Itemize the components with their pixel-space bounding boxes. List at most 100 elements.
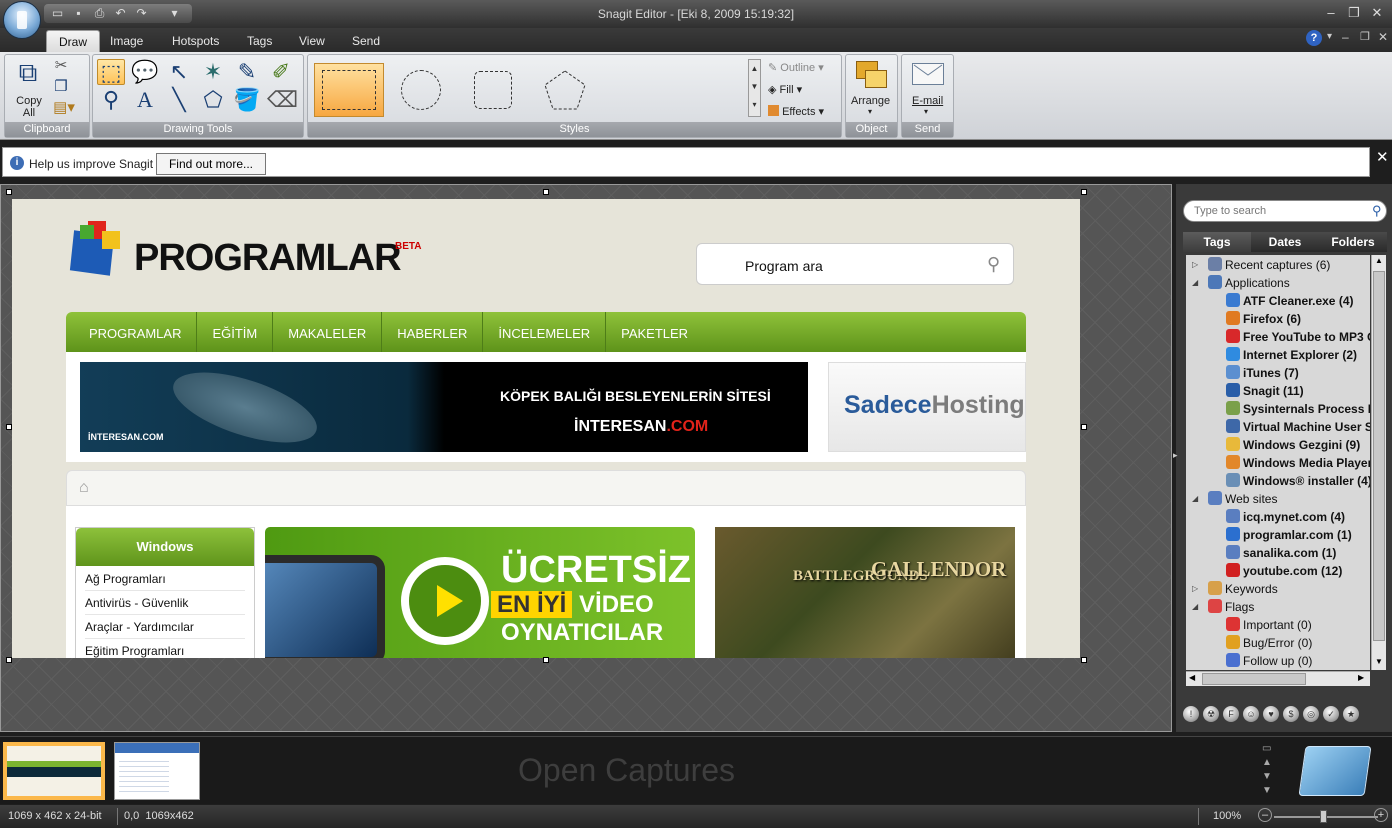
find-out-more-button[interactable]: Find out more... [156,153,266,175]
flag-target-icon[interactable]: ◎ [1303,706,1319,722]
maximize-button[interactable]: ❐ [1343,5,1365,21]
tree-item[interactable]: iTunes (7) [1226,364,1299,382]
capture-thumbnail-selected[interactable] [3,742,105,800]
tree-item[interactable]: Windows Gezgini (9) [1226,436,1360,454]
styles-scroll[interactable]: ▲ ▼ ▾ [748,59,761,117]
resize-handle[interactable] [6,189,12,195]
arrow-tool-icon[interactable]: ↖ [165,59,193,85]
style-dashed-rect[interactable] [314,63,384,117]
doc-close-button[interactable]: ✕ [1378,30,1388,44]
tree-item[interactable]: Internet Explorer (2) [1226,346,1357,364]
tree-item[interactable]: icq.mynet.com (4) [1226,508,1345,526]
fill-tool-icon[interactable]: 🪣 [233,87,261,113]
zoom-slider-thumb[interactable] [1320,810,1327,823]
help-dropdown-icon[interactable]: ▾ [1327,31,1332,42]
email-dropdown-icon[interactable]: ▾ [924,107,928,116]
style-dashed-round-rect[interactable] [458,63,528,117]
resize-handle[interactable] [543,657,549,663]
text-tool-icon[interactable]: A [131,87,159,113]
tree-item[interactable]: ATF Cleaner.exe (4) [1226,292,1353,310]
copy-all-icon[interactable]: ⧉ [11,59,45,89]
tree-item[interactable]: ◢ Applications [1192,274,1290,292]
tree-item[interactable]: Virtual Machine User S [1226,418,1370,436]
callout-tool-icon[interactable]: 💬 [131,59,159,85]
flag-followup-icon[interactable]: F [1223,706,1239,722]
info-close-icon[interactable]: ✕ [1376,148,1389,166]
cut-icon[interactable]: ✂ [51,57,71,75]
highlighter-tool-icon[interactable]: ✐ [267,59,295,85]
panel-collapse-icon[interactable]: ▸ [1173,450,1179,470]
tree-item[interactable]: sanalika.com (1) [1226,544,1336,562]
tree-item[interactable]: ◢ Flags [1192,598,1254,616]
scroll-up-icon[interactable]: ▲ [1375,256,1383,265]
library-folder-icon[interactable] [1298,746,1372,796]
email-icon[interactable] [912,63,944,85]
tree-item[interactable]: programlar.com (1) [1226,526,1352,544]
paste-icon[interactable]: ▤▾ [51,99,77,117]
search-icon[interactable]: ⚲ [1372,203,1382,219]
eraser-tool-icon[interactable]: ⌫ [267,87,298,113]
tree-item[interactable]: ▷ Keywords [1192,580,1278,598]
help-icon[interactable]: ? [1306,30,1322,46]
resize-handle[interactable] [6,657,12,663]
pen-tool-icon[interactable]: ✎ [233,59,261,85]
resize-handle[interactable] [543,189,549,195]
tree-vertical-scrollbar[interactable]: ▲ ▼ [1371,255,1386,670]
tab-hotspots[interactable]: Hotspots [160,30,231,52]
scroll-thumb[interactable] [1202,673,1306,685]
tree-item[interactable]: Bug/Error (0) [1226,634,1312,652]
scroll-right-icon[interactable]: ▶ [1358,673,1364,682]
email-button[interactable]: E-mail [912,95,943,107]
arrange-dropdown-icon[interactable]: ▾ [868,107,872,116]
capture-thumbnail[interactable] [114,742,200,800]
arrange-icon[interactable] [856,61,888,89]
tree-item[interactable]: Windows® installer (4) [1226,472,1370,490]
tree-item[interactable]: Free YouTube to MP3 C [1226,328,1370,346]
library-tab-dates[interactable]: Dates [1251,232,1319,252]
tab-send[interactable]: Send [340,30,392,52]
shape-tool-icon[interactable]: ⬠ [199,87,227,113]
tab-view[interactable]: View [287,30,337,52]
tab-image[interactable]: Image [98,30,155,52]
flag-bug-icon[interactable]: ☢ [1203,706,1219,722]
tree-item[interactable]: Snagit (11) [1226,382,1304,400]
copy-all-button[interactable]: Copy All [13,95,45,119]
close-button[interactable]: ✕ [1366,5,1388,21]
library-tab-tags[interactable]: Tags [1183,232,1251,252]
style-dashed-pentagon[interactable] [530,63,600,117]
zoom-tool-icon[interactable]: ⚲ [97,87,125,113]
tree-item[interactable]: Follow up (0) [1226,652,1312,670]
tree-expander-icon[interactable]: ◢ [1192,598,1198,616]
arrange-button[interactable]: Arrange [851,95,890,107]
tab-draw[interactable]: Draw [46,30,101,52]
tree-item[interactable]: Firefox (6) [1226,310,1301,328]
zoom-in-icon[interactable]: + [1374,808,1388,822]
scroll-down-icon[interactable]: ▼ [1375,657,1383,666]
snagit-menu-button[interactable] [3,1,41,39]
tray-scroll-arrows[interactable]: ▭ ▲ ▼ ▼ [1262,742,1276,802]
flag-star-icon[interactable]: ★ [1343,706,1359,722]
resize-handle[interactable] [1081,189,1087,195]
tree-expander-icon[interactable]: ◢ [1192,274,1198,292]
tree-item[interactable]: Sysinternals Process E [1226,400,1370,418]
tree-expander-icon[interactable]: ◢ [1192,490,1198,508]
zoom-out-icon[interactable]: – [1258,808,1272,822]
outline-button[interactable]: ✎ Outline ▾ [768,61,824,74]
tab-tags[interactable]: Tags [235,30,284,52]
flag-important-icon[interactable]: ! [1183,706,1199,722]
minimize-button[interactable]: – [1320,5,1342,21]
doc-minimize-button[interactable]: – [1342,30,1349,44]
tree-item[interactable]: ▷ Recent captures (6) [1192,256,1330,274]
doc-restore-button[interactable]: ❐ [1360,30,1370,43]
tree-item[interactable]: Important (0) [1226,616,1312,634]
flag-check-icon[interactable]: ✓ [1323,706,1339,722]
scroll-thumb[interactable] [1373,271,1385,641]
effects-button[interactable]: Effects ▾ [768,105,824,118]
capture-image[interactable]: PROGRAMLAR BETA Program ara ⚲ PROGRAMLAR… [12,199,1080,658]
library-tab-folders[interactable]: Folders [1319,232,1387,252]
flag-smile-icon[interactable]: ☺ [1243,706,1259,722]
tree-expander-icon[interactable]: ▷ [1192,256,1198,274]
tree-item[interactable]: Windows Media Player [1226,454,1370,472]
flag-dollar-icon[interactable]: $ [1283,706,1299,722]
tree-item[interactable]: youtube.com (12) [1226,562,1342,580]
